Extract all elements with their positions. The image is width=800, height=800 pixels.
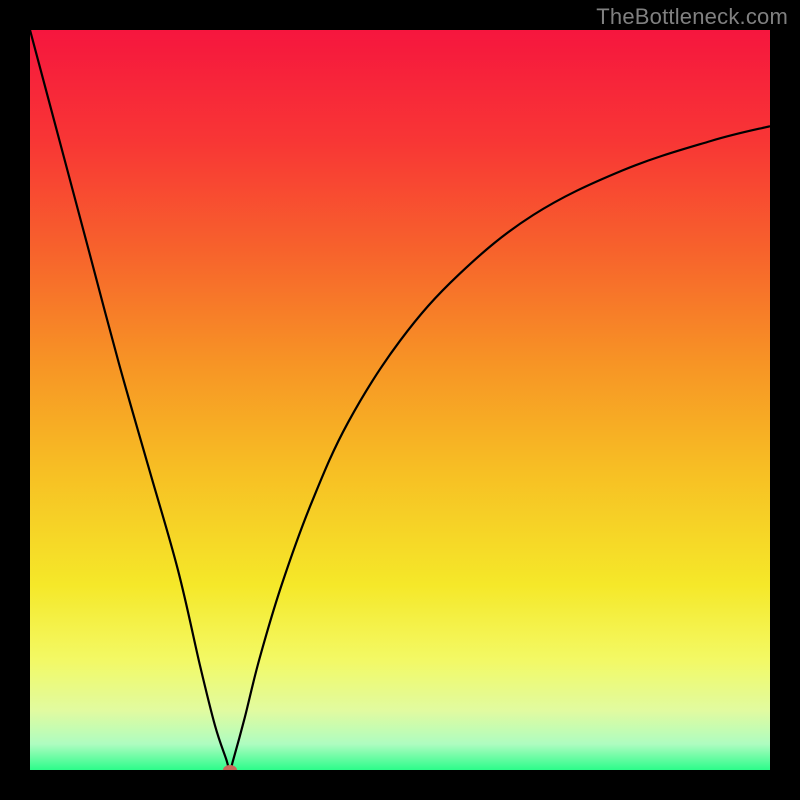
minimum-marker — [223, 765, 237, 770]
chart-frame: TheBottleneck.com — [0, 0, 800, 800]
bottleneck-curve — [30, 30, 770, 770]
plot-area — [30, 30, 770, 770]
watermark-text: TheBottleneck.com — [596, 4, 788, 30]
